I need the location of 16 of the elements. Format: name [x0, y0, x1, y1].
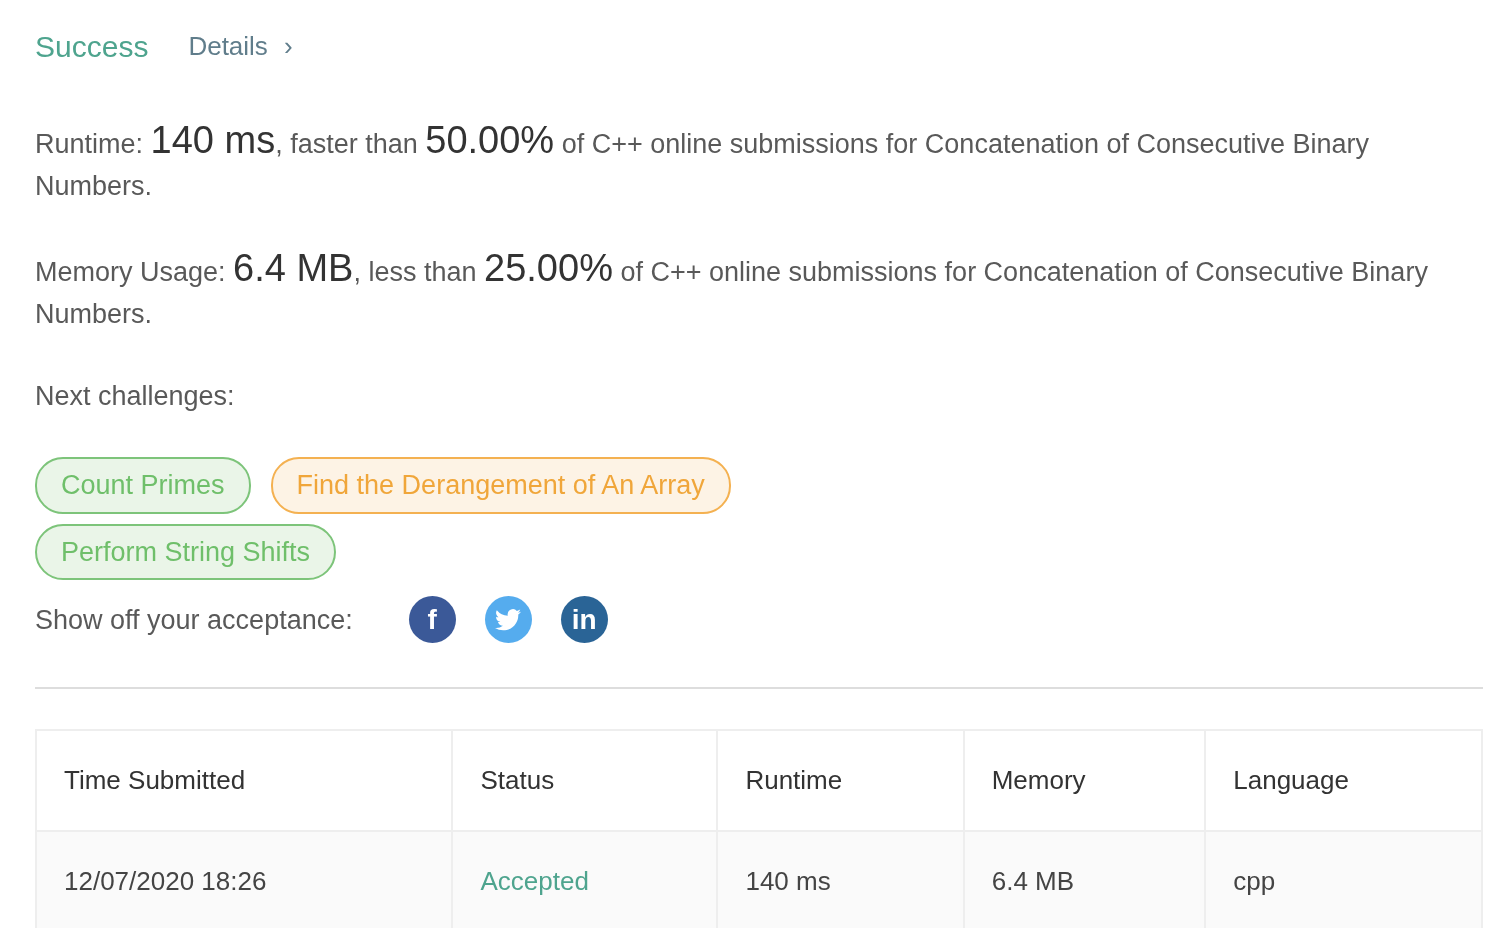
facebook-button[interactable]: f	[408, 596, 456, 643]
table-cell: cpp	[1205, 831, 1482, 928]
result-sentence: Runtime: 140 ms, faster than 50.00% of C++ online submissions for Concatenation of Consecutive Binary Numbers.	[35, 119, 1371, 203]
table-cell: 12/07/2020 18:26	[36, 831, 453, 928]
result-sentence: Memory Usage: 6.4 MB, less than 25.00% of C++ online submissions for Concatenation of Consecutive Binary Numbers.	[35, 247, 1429, 331]
share-label: Show off your acceptance:	[35, 603, 353, 637]
linkedin-button[interactable]: in	[560, 596, 608, 643]
bird-icon	[495, 608, 522, 631]
table-cell: 140 ms	[717, 831, 964, 928]
details-link[interactable]: Details ›	[188, 27, 293, 66]
column-header: Time Submitted	[36, 730, 453, 831]
twitter-button[interactable]	[484, 596, 532, 643]
result-title: Success	[35, 29, 149, 65]
table-cell: 6.4 MB	[963, 831, 1206, 928]
section-label: Next challenges:	[35, 380, 236, 413]
status-cell: Accepted	[452, 831, 718, 928]
